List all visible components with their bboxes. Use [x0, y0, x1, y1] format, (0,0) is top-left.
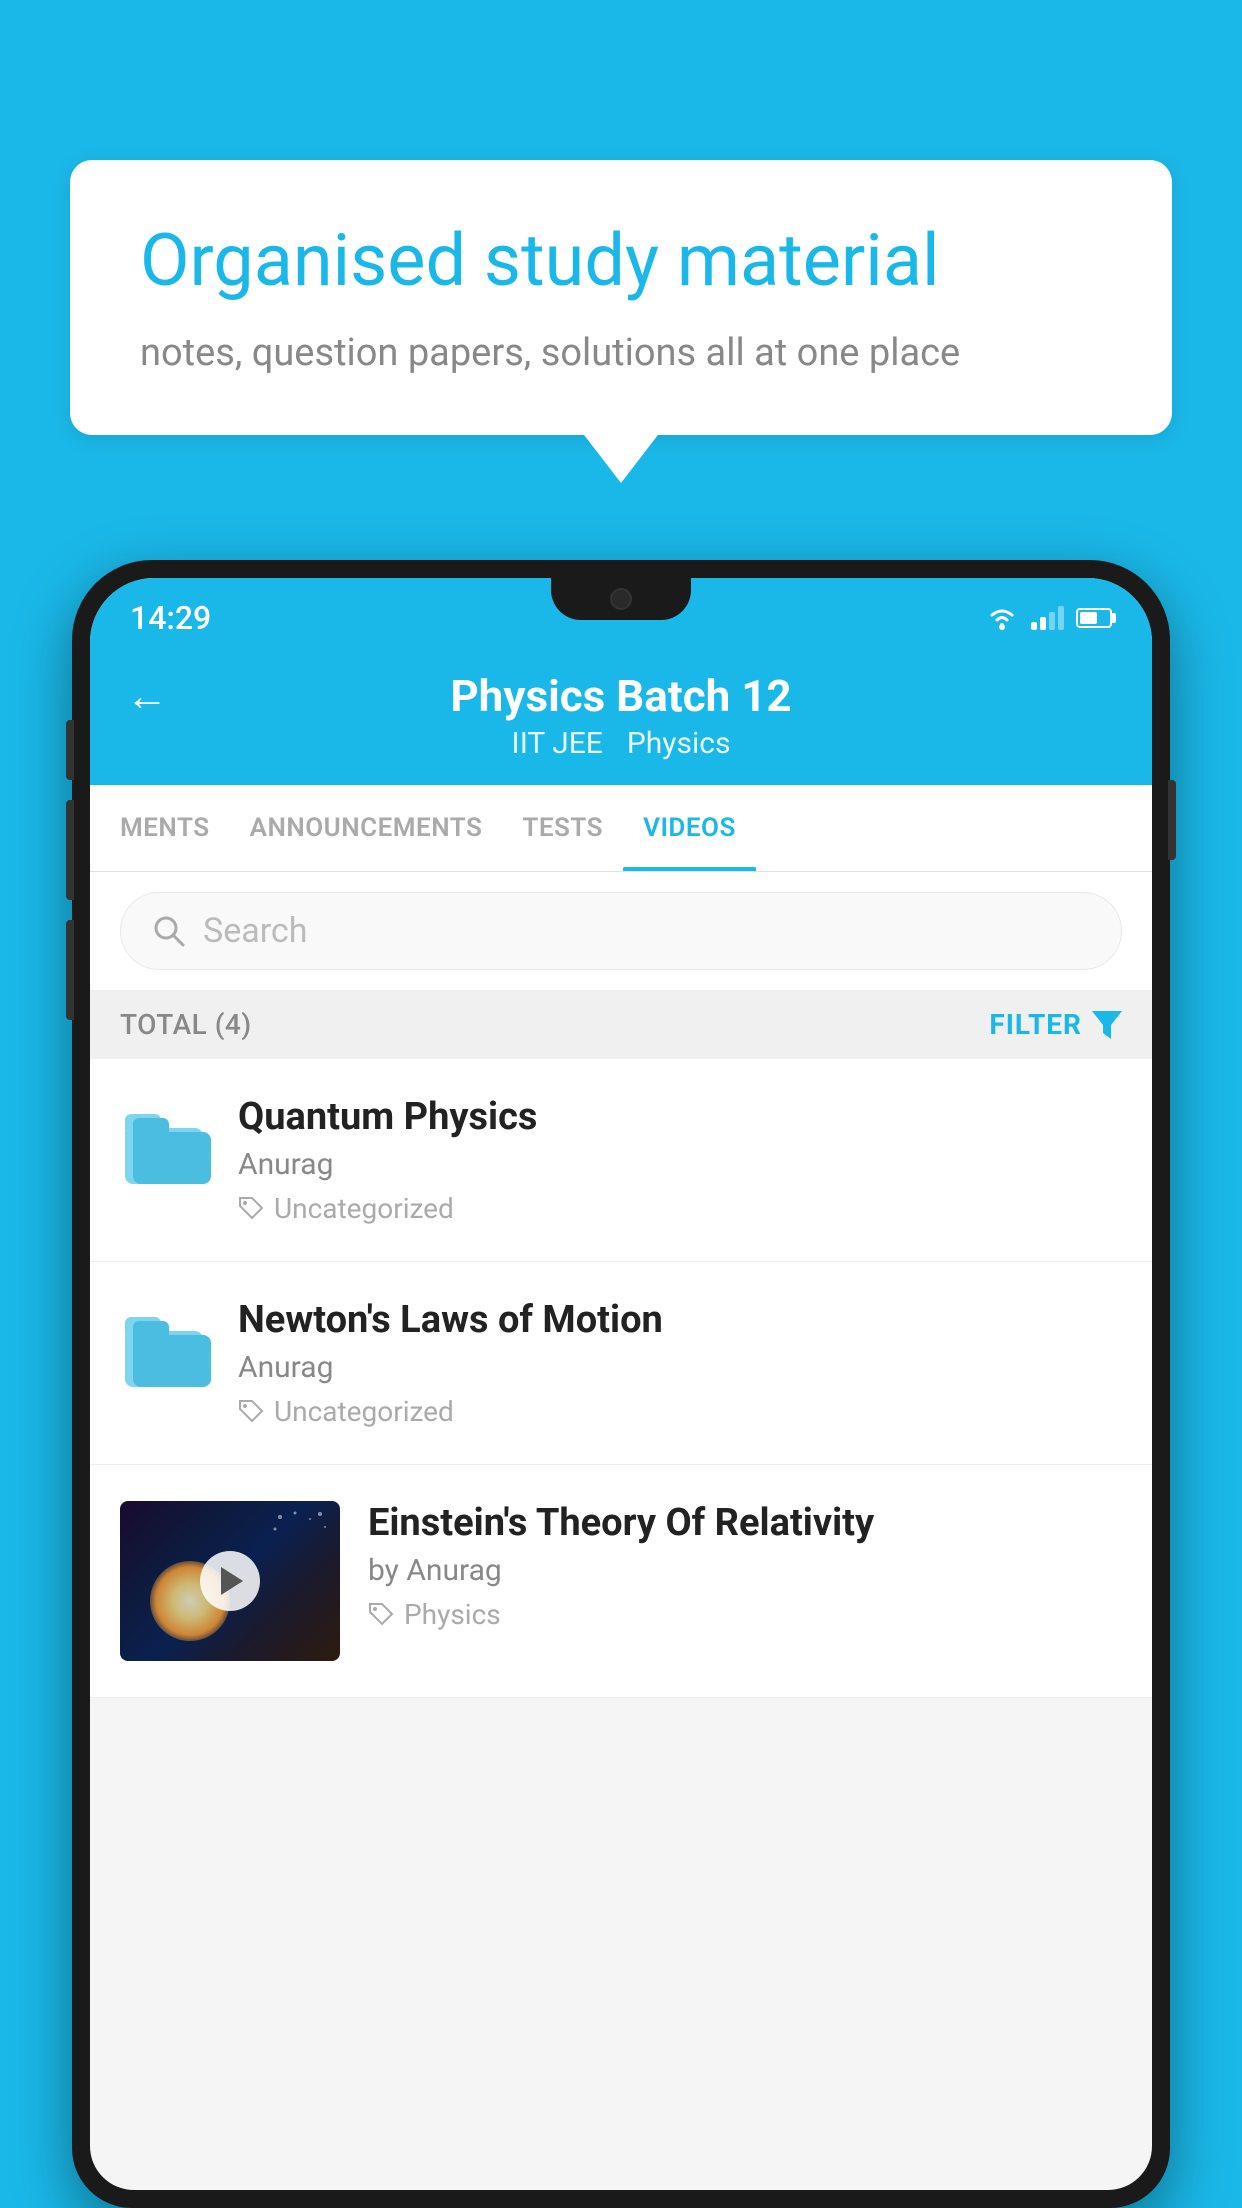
- video-tag: Uncategorized: [238, 1395, 1122, 1428]
- folder-front: [133, 1335, 211, 1387]
- phone-screen: 14:29: [90, 578, 1152, 2190]
- play-button[interactable]: [200, 1551, 260, 1611]
- filter-label: FILTER: [989, 1008, 1082, 1041]
- list-item[interactable]: Quantum Physics Anurag Uncategorized: [90, 1059, 1152, 1262]
- folder-front: [133, 1132, 211, 1184]
- video-title: Einstein's Theory Of Relativity: [368, 1501, 1122, 1545]
- search-bar-container: Search: [90, 872, 1152, 990]
- subtitle-physics: Physics: [627, 726, 731, 761]
- phone-frame: 14:29: [72, 560, 1170, 2208]
- video-tag: Uncategorized: [238, 1192, 1122, 1225]
- video-thumbnail: [120, 1501, 340, 1661]
- video-author: Anurag: [238, 1147, 1122, 1182]
- front-camera: [610, 588, 632, 610]
- list-item[interactable]: Newton's Laws of Motion Anurag Uncategor…: [90, 1262, 1152, 1465]
- volume-up-button[interactable]: [66, 800, 74, 900]
- subtitle-iit: IIT JEE: [512, 726, 603, 761]
- play-triangle: [221, 1567, 243, 1595]
- speech-bubble-title: Organised study material: [140, 220, 1102, 303]
- tag-label: Physics: [404, 1598, 501, 1631]
- tab-tests[interactable]: TESTS: [502, 785, 623, 871]
- tag-icon: [368, 1602, 394, 1628]
- status-icons: [985, 605, 1112, 631]
- speech-bubble-subtitle: notes, question papers, solutions all at…: [140, 331, 1102, 375]
- filter-icon: [1092, 1011, 1122, 1039]
- volume-silent-button[interactable]: [66, 720, 74, 780]
- tab-videos[interactable]: VIDEOS: [623, 785, 756, 871]
- video-author: by Anurag: [368, 1553, 1122, 1588]
- folder-icon: [120, 1302, 210, 1392]
- tag-icon: [238, 1399, 264, 1425]
- filter-bar: TOTAL (4) FILTER: [90, 990, 1152, 1059]
- stars-decoration: [270, 1509, 330, 1549]
- tag-label: Uncategorized: [274, 1192, 454, 1225]
- video-author: Anurag: [238, 1350, 1122, 1385]
- video-info: Einstein's Theory Of Relativity by Anura…: [368, 1501, 1122, 1631]
- status-time: 14:29: [130, 599, 211, 637]
- video-tag: Physics: [368, 1598, 1122, 1631]
- tab-bar: MENTS ANNOUNCEMENTS TESTS VIDEOS: [90, 785, 1152, 872]
- volume-down-button[interactable]: [66, 920, 74, 1020]
- battery-icon: [1076, 608, 1112, 628]
- search-placeholder: Search: [203, 911, 307, 951]
- tab-announcements[interactable]: ANNOUNCEMENTS: [230, 785, 503, 871]
- video-info: Newton's Laws of Motion Anurag Uncategor…: [238, 1298, 1122, 1428]
- speech-bubble-section: Organised study material notes, question…: [70, 160, 1172, 435]
- signal-icon: [1031, 606, 1064, 630]
- video-title: Quantum Physics: [238, 1095, 1122, 1139]
- tag-icon: [238, 1196, 264, 1222]
- search-bar[interactable]: Search: [120, 892, 1122, 970]
- total-count: TOTAL (4): [120, 1008, 252, 1041]
- tab-ments[interactable]: MENTS: [100, 785, 230, 871]
- search-icon: [151, 913, 187, 949]
- wifi-icon: [985, 605, 1019, 631]
- filter-button[interactable]: FILTER: [989, 1008, 1122, 1041]
- page-subtitle: IIT JEE Physics: [512, 726, 731, 761]
- power-button[interactable]: [1168, 780, 1176, 860]
- tag-label: Uncategorized: [274, 1395, 454, 1428]
- back-button[interactable]: ←: [126, 672, 168, 721]
- video-list: Quantum Physics Anurag Uncategorized: [90, 1059, 1152, 1698]
- page-title: Physics Batch 12: [450, 670, 791, 722]
- video-info: Quantum Physics Anurag Uncategorized: [238, 1095, 1122, 1225]
- app-header: ← Physics Batch 12 IIT JEE Physics: [90, 650, 1152, 785]
- folder-icon: [120, 1099, 210, 1189]
- video-title: Newton's Laws of Motion: [238, 1298, 1122, 1342]
- list-item[interactable]: Einstein's Theory Of Relativity by Anura…: [90, 1465, 1152, 1698]
- phone-notch: [551, 578, 691, 620]
- speech-bubble: Organised study material notes, question…: [70, 160, 1172, 435]
